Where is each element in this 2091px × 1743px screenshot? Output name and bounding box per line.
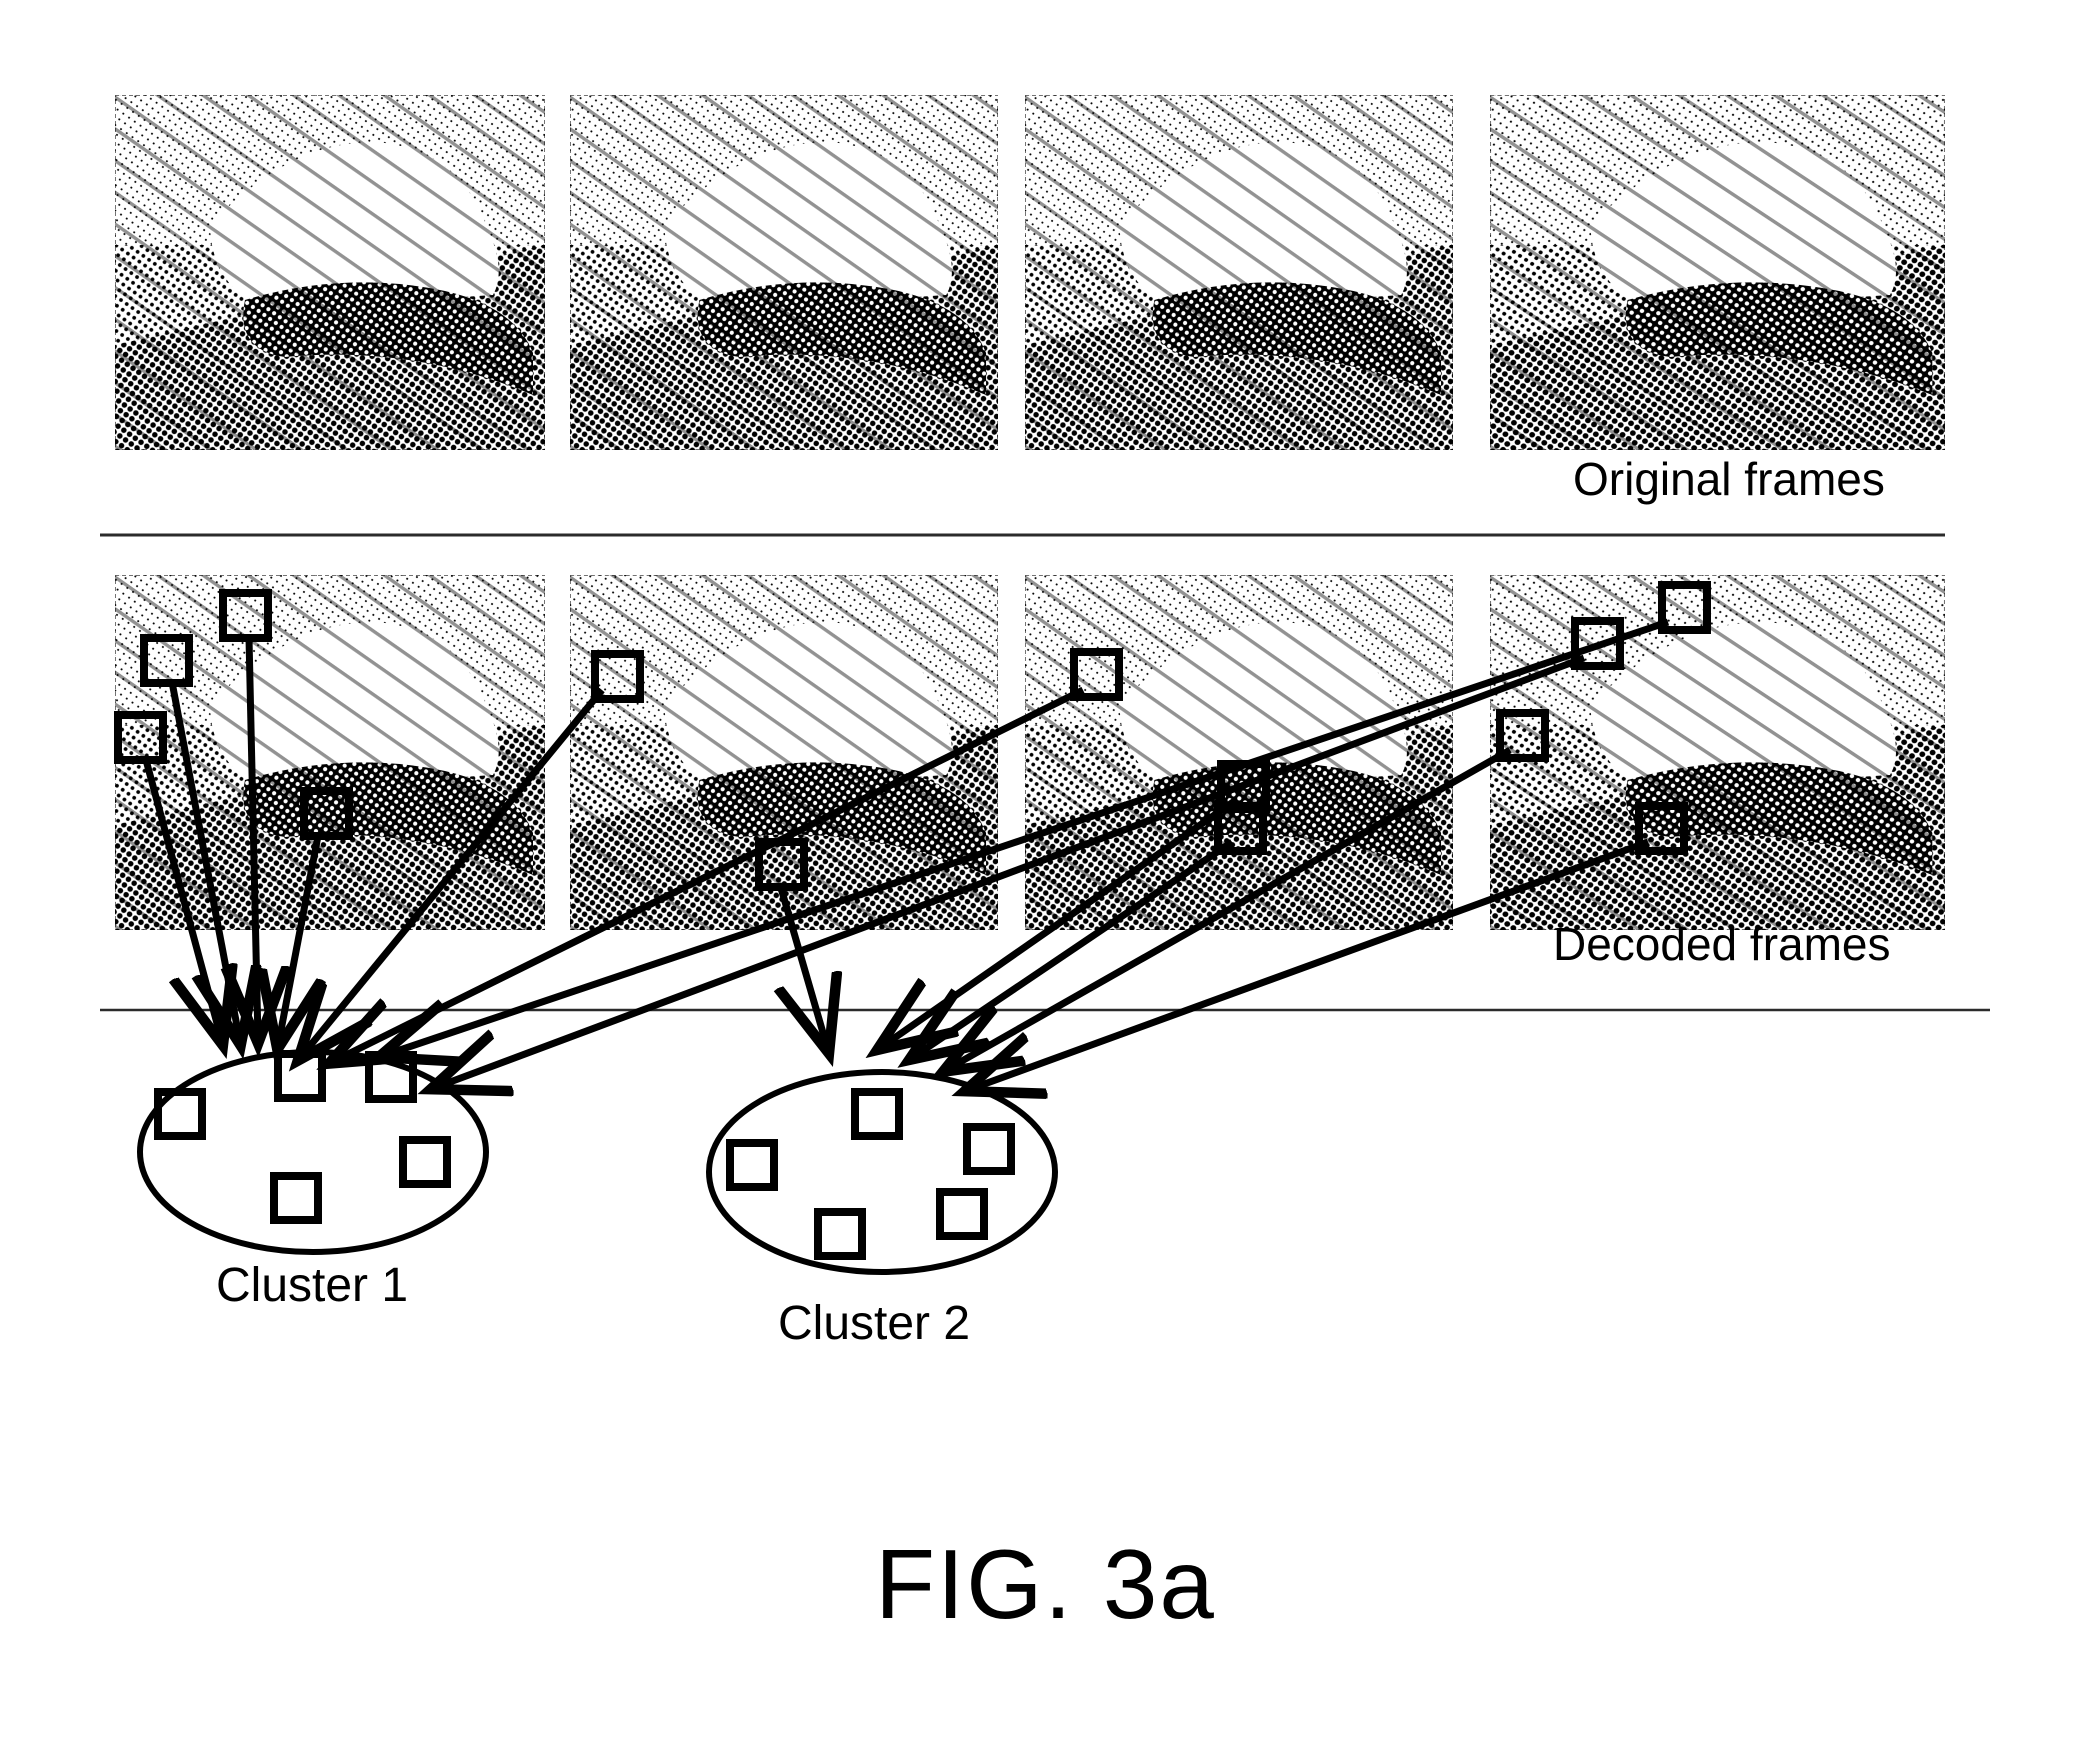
original-frame-2 — [570, 95, 998, 450]
original-frame-4 — [1490, 95, 1945, 450]
figure-3a: Original frames Decoded frames Cluster 1… — [0, 0, 2091, 1743]
decoded-frame-3 — [1025, 575, 1453, 930]
original-frame-3 — [1025, 95, 1453, 450]
decoded-frame-2 — [570, 575, 998, 930]
cluster-2-label: Cluster 2 — [778, 1297, 971, 1350]
original-frame-1 — [115, 95, 545, 450]
figure-caption: FIG. 3a — [875, 1529, 1216, 1639]
figure-canvas — [100, 95, 1990, 1275]
decoded-frames-label: Decoded frames — [1553, 918, 1891, 970]
cluster-1-label: Cluster 1 — [216, 1259, 409, 1312]
original-frames-label: Original frames — [1573, 453, 1885, 505]
original-frames-row — [115, 95, 1945, 450]
